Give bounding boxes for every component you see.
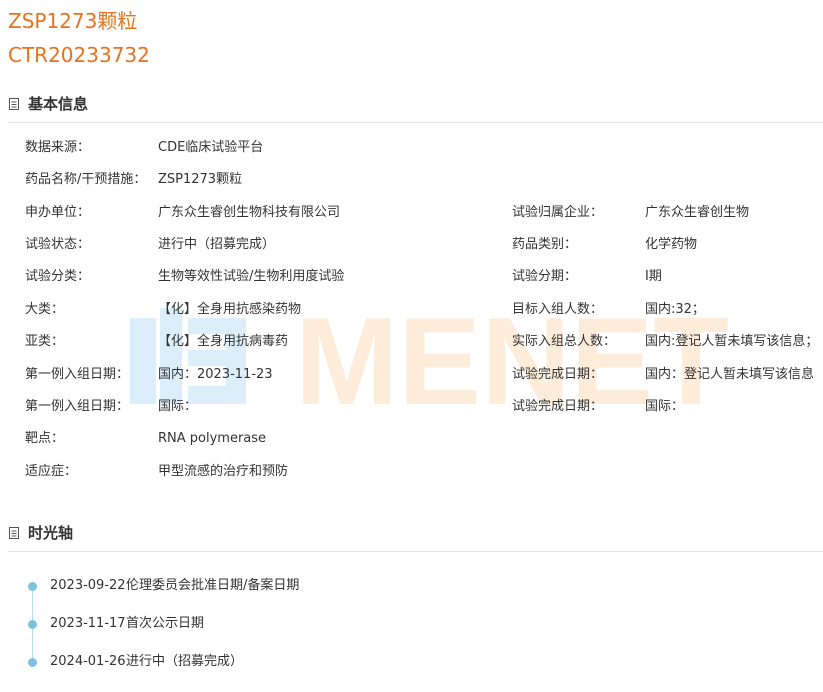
info-label: 试验归属企业：	[512, 205, 604, 220]
timeline-date: 2024-01-26	[50, 654, 126, 669]
info-value: 国内:32；	[645, 302, 705, 317]
info-label: 试验分类：	[25, 269, 91, 284]
info-value: 广东众生睿创生物科技有限公司	[158, 205, 341, 220]
timeline-date: 2023-11-17	[50, 616, 126, 631]
drug-name-title: ZSP1273颗粒	[8, 9, 138, 33]
info-value: 生物等效性试验/生物利用度试验	[158, 269, 345, 284]
info-value: 国内：登记人暂未填写该信息	[645, 367, 815, 382]
basic-info-title: 基本信息	[28, 95, 89, 113]
info-row: 靶点： RNA polymerase	[0, 429, 823, 449]
timeline-title: 时光轴	[28, 524, 74, 542]
info-row: 试验状态： 进行中（招募完成） 药品类别： 化学药物	[0, 235, 823, 255]
info-row: 药品名称/干预措施： ZSP1273颗粒	[0, 170, 823, 190]
info-label: 试验完成日期：	[512, 399, 604, 414]
timeline-dot-icon	[28, 582, 37, 591]
timeline-event: 首次公示日期	[126, 616, 205, 631]
timeline-item: 2024-01-26 进行中（招募完成）	[0, 652, 823, 672]
info-value: RNA polymerase	[158, 431, 267, 446]
info-label: 第一例入组日期：	[25, 367, 130, 382]
info-row: 第一例入组日期： 国际： 试验完成日期： 国际：	[0, 397, 823, 417]
info-value: CDE临床试验平台	[158, 140, 264, 155]
timeline-event: 伦理委员会批准日期/备案日期	[126, 578, 300, 593]
info-row: 数据来源： CDE临床试验平台	[0, 138, 823, 158]
info-row: 亚类： 【化】全身用抗病毒药 实际入组总人数： 国内:登记人暂未填写该信息；	[0, 332, 823, 352]
info-row: 申办单位： 广东众生睿创生物科技有限公司 试验归属企业： 广东众生睿创生物	[0, 203, 823, 223]
info-label: 药品名称/干预措施：	[25, 172, 147, 187]
info-row: 第一例入组日期： 国内：2023-11-23 试验完成日期： 国内：登记人暂未填…	[0, 365, 823, 385]
info-label: 申办单位：	[25, 205, 91, 220]
info-value: 化学药物	[645, 237, 698, 252]
info-label: 数据来源：	[25, 140, 91, 155]
info-value: 进行中（招募完成）	[158, 237, 276, 252]
info-label: 试验状态：	[25, 237, 91, 252]
info-label: 目标入组人数：	[512, 302, 604, 317]
info-value: 国际：	[645, 399, 685, 414]
timeline-dot-icon	[28, 658, 37, 667]
info-label: 试验分期：	[512, 269, 578, 284]
timeline-dot-icon	[28, 620, 37, 629]
timeline-item: 2023-09-22 伦理委员会批准日期/备案日期	[0, 576, 823, 596]
info-label: 亚类：	[25, 334, 65, 349]
timeline-date: 2023-09-22	[50, 578, 126, 593]
info-row: 适应症： 甲型流感的治疗和预防	[0, 462, 823, 482]
timeline-item: 2023-11-17 首次公示日期	[0, 614, 823, 634]
info-value: 甲型流感的治疗和预防	[158, 464, 289, 479]
document-icon	[9, 98, 19, 110]
basic-info-section-header: 基本信息	[8, 92, 823, 123]
info-label: 实际入组总人数：	[512, 334, 617, 349]
timeline-event: 进行中（招募完成）	[126, 654, 244, 669]
timeline-section-header: 时光轴	[8, 521, 823, 552]
info-label: 第一例入组日期：	[25, 399, 130, 414]
info-value: 【化】全身用抗病毒药	[158, 334, 289, 349]
document-icon	[9, 527, 19, 539]
info-value: I期	[645, 269, 662, 284]
info-value: ZSP1273颗粒	[158, 172, 243, 187]
info-label: 药品类别：	[512, 237, 578, 252]
info-label: 靶点：	[25, 431, 65, 446]
info-value: 国内:登记人暂未填写该信息；	[645, 334, 819, 349]
info-value: 国内：2023-11-23	[158, 367, 273, 382]
info-label: 试验完成日期：	[512, 367, 604, 382]
info-value: 【化】全身用抗感染药物	[158, 302, 302, 317]
info-value: 国际：	[158, 399, 198, 414]
info-label: 大类：	[25, 302, 65, 317]
info-label: 适应症：	[25, 464, 78, 479]
info-value: 广东众生睿创生物	[645, 205, 750, 220]
registration-number: CTR20233732	[8, 43, 150, 67]
info-row: 大类： 【化】全身用抗感染药物 目标入组人数： 国内:32；	[0, 300, 823, 320]
info-row: 试验分类： 生物等效性试验/生物利用度试验 试验分期： I期	[0, 267, 823, 287]
